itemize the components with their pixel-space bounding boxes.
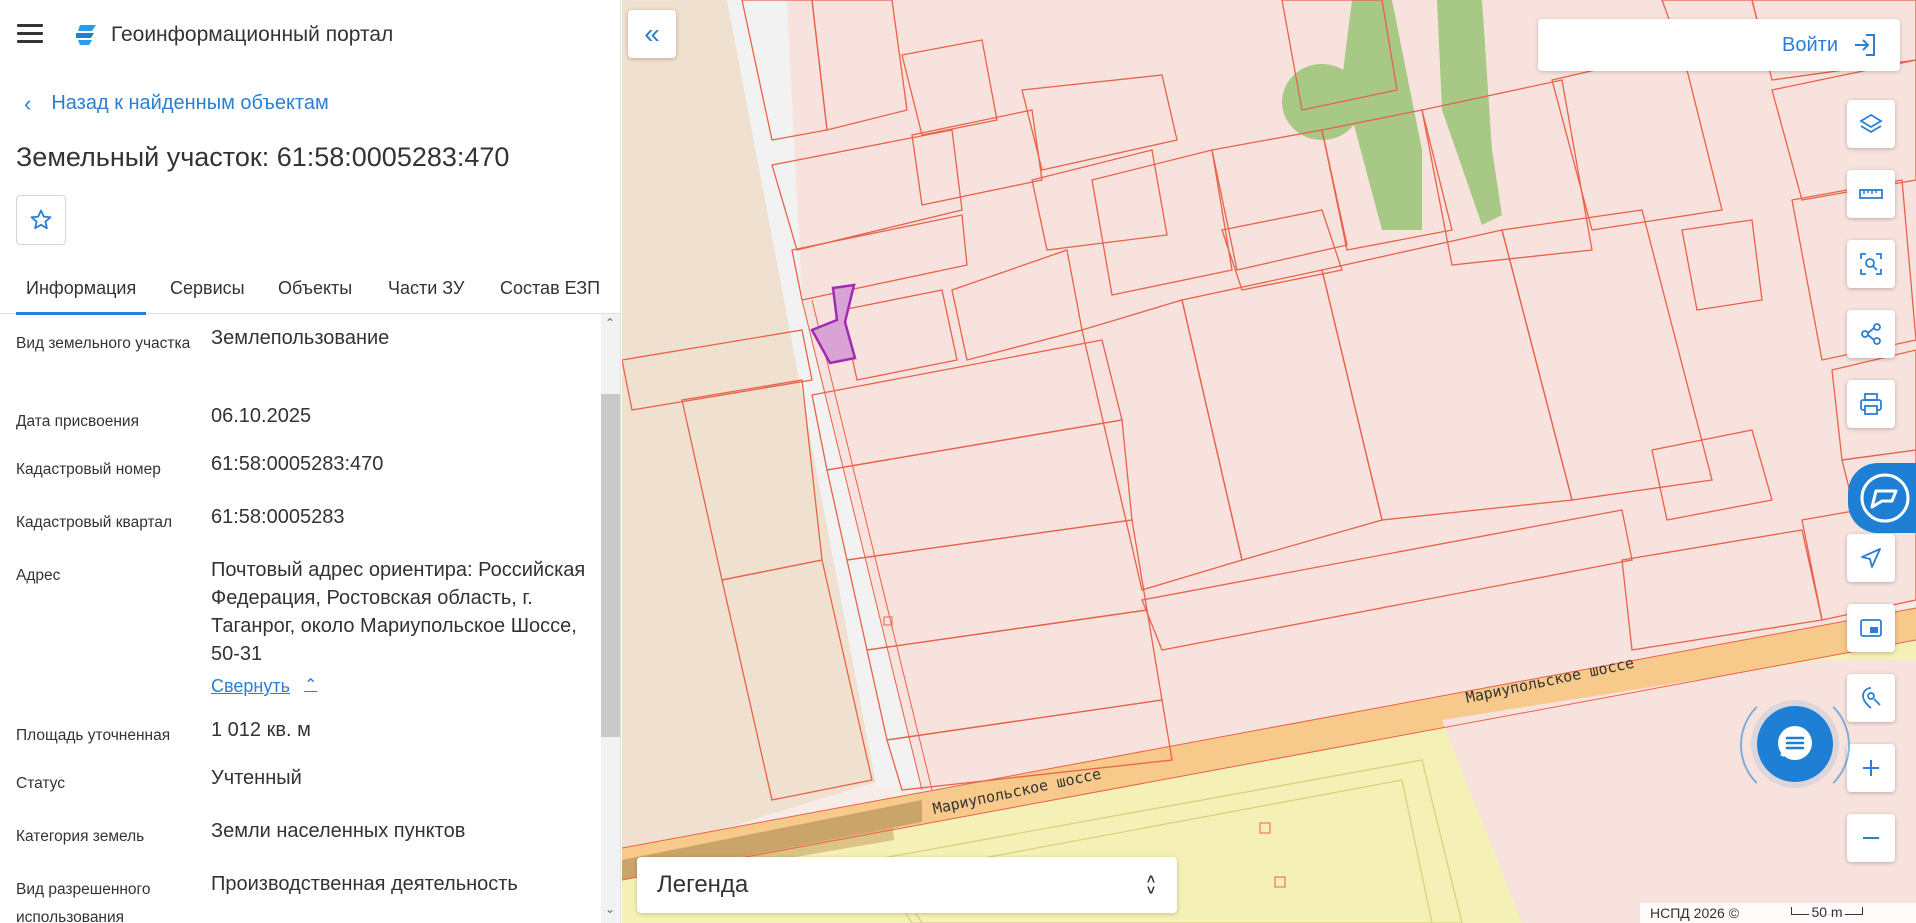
layers-button[interactable] [1847,100,1895,148]
info-value: 61:58:0005283:470 [211,453,384,475]
info-label: Адрес [16,567,61,584]
zoom-in-button[interactable] [1847,744,1895,792]
legend-label: Легенда [657,871,749,898]
info-label: Площадь уточненная [16,727,171,744]
attribution-text: НСПД 2026 © [1650,905,1740,921]
address-text: Почтовый адрес ориентира: Российская Фед… [211,559,586,665]
scale-bar: 50 m [1791,904,1864,920]
print-button[interactable] [1847,380,1895,428]
double-chevron-left-icon: « [644,18,660,49]
tab-services[interactable]: Сервисы [170,268,245,314]
scroll-up-icon[interactable]: ⌃ [605,316,615,330]
info-value: Землепользование [211,327,390,349]
locate-button[interactable] [1847,534,1895,582]
tab-parts[interactable]: Части ЗУ [388,268,464,314]
map-attribution: НСПД 2026 © 50 m [1640,903,1916,923]
info-panel: Геоинформационный портал ‹ Назад к найде… [0,0,621,923]
minimap-button[interactable] [1847,604,1895,652]
tab-bar: Информация Сервисы Объекты Части ЗУ Сост… [0,268,620,315]
info-value: 61:58:0005283 [211,506,345,528]
chevron-left-icon: ‹ [24,90,32,116]
assistant-button[interactable] [1848,463,1916,533]
share-button[interactable] [1847,310,1895,358]
assistant-icon [1860,473,1910,523]
back-to-results-link[interactable]: ‹ Назад к найденным объектам [24,92,329,115]
geolocation-icon [1862,687,1881,709]
area-select-button[interactable] [1847,240,1895,288]
back-link-label: Назад к найденным объектам [51,92,329,114]
info-value: 1 012 кв. м [211,719,311,741]
map-tiles: Мариупольское шоссе Мариупольское шоссе [622,0,1916,923]
object-title: Земельный участок: 61:58:0005283:470 [16,142,510,172]
geolocation-button[interactable] [1847,674,1895,722]
menu-icon[interactable] [17,24,43,44]
zoom-out-button[interactable] [1847,814,1895,862]
expand-collapse-icon: ˄ ˅ [1146,871,1155,898]
chevron-up-icon: ⌃ [303,677,318,694]
area-select-icon [1860,253,1882,275]
login-icon [1855,34,1875,56]
favorite-button[interactable] [16,195,66,245]
collapse-address-link[interactable]: Свернуть ⌃ [211,672,317,700]
info-label: Кадастровый номер [16,461,161,478]
info-value: Производственная деятельность [211,873,518,895]
info-label: Категория земель [16,828,145,845]
plus-icon [1863,760,1879,776]
locate-icon [1861,548,1881,568]
scroll-down-icon[interactable]: ⌄ [605,902,615,916]
tab-info[interactable]: Информация [15,268,147,315]
info-label: Статус [16,775,65,792]
info-label: Кадастровый квартал [16,514,173,531]
portal-logo-icon [76,25,96,45]
scale-label: 50 m [1809,904,1845,920]
star-icon [30,209,52,230]
collapse-label: Свернуть [211,676,290,696]
collapse-panel-button[interactable]: « [628,10,676,58]
info-value: Учтенный [211,767,302,789]
legend-toggle[interactable]: Легенда ˄ ˅ [637,857,1177,913]
login-button[interactable]: Войти [1538,19,1900,71]
chat-button[interactable] [1757,706,1833,782]
info-label: Вид земельного участка [16,335,191,352]
login-label: Войти [1782,33,1838,56]
app-title: Геоинформационный портал [111,23,394,46]
ruler-icon [1859,189,1883,199]
print-icon [1860,393,1882,415]
info-value: Земли населенных пунктов [211,820,466,842]
info-label: Вид разрешенного использования [16,881,151,923]
scrollbar-thumb[interactable] [601,394,620,737]
info-value: 06.10.2025 [211,405,312,427]
info-label: Дата присвоения [16,413,139,430]
info-list: Вид земельного участка Землепользование … [0,318,600,923]
header: Геоинформационный портал [0,0,620,70]
info-value-address: Почтовый адрес ориентира: Российская Фед… [211,556,591,700]
info-scrollbar[interactable]: ⌃ ⌄ [601,314,620,923]
share-icon [1861,323,1881,345]
chat-icon [1778,726,1812,760]
tab-objects[interactable]: Объекты [278,268,352,314]
minus-icon [1863,837,1879,839]
tab-ezp[interactable]: Состав ЕЗП [500,268,600,314]
minimap-icon [1860,619,1882,637]
map-canvas[interactable]: Мариупольское шоссе Мариупольское шоссе [622,0,1916,923]
measure-button[interactable] [1847,170,1895,218]
layers-icon [1859,113,1883,134]
